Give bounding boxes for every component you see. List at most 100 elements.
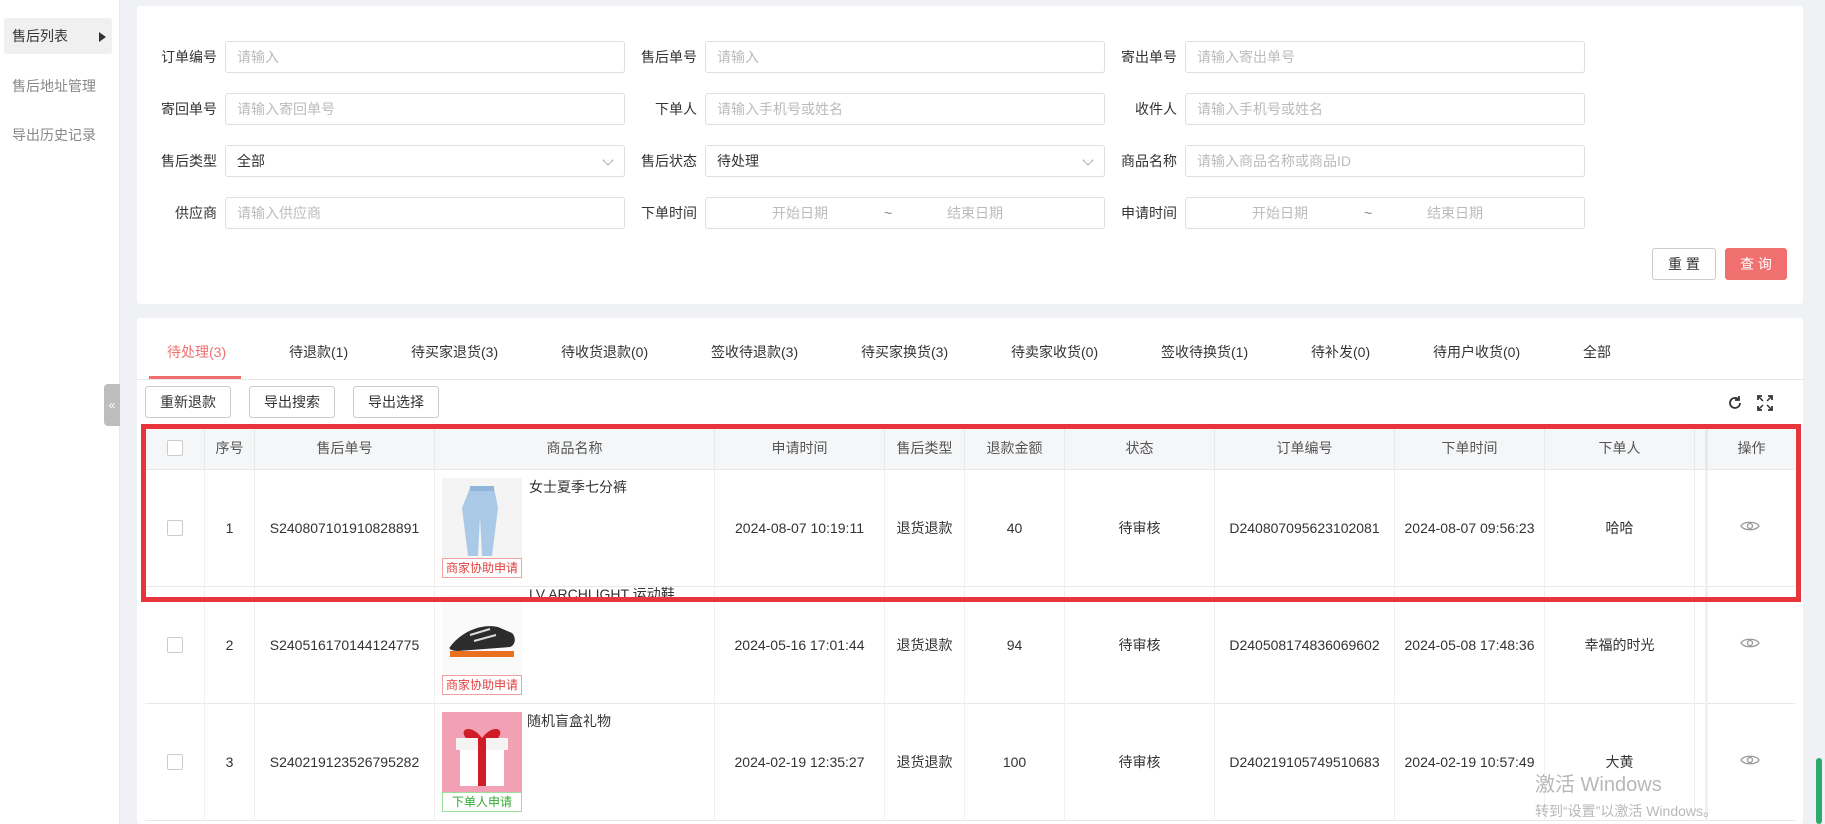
select-all-checkbox[interactable] — [167, 440, 183, 456]
row-apply-time: 2024-02-19 12:35:27 — [715, 704, 885, 821]
reset-button[interactable]: 重 置 — [1652, 248, 1716, 280]
sidebar-item-export-history[interactable]: 导出历史记录 — [4, 117, 112, 153]
row-aftersale-no: S240219123526795282 — [255, 704, 435, 821]
row-product: 随机盲盒礼物 下单人申请 — [435, 704, 715, 821]
view-eye-icon[interactable] — [1740, 753, 1760, 767]
apply-time-range[interactable]: 开始日期 ~ 结束日期 — [1185, 197, 1585, 229]
sidebar-item-address[interactable]: 售后地址管理 — [4, 68, 112, 104]
return-no-input[interactable]: 请输入寄回单号 — [225, 93, 625, 125]
select-value: 待处理 — [717, 153, 759, 169]
query-button[interactable]: 查 询 — [1725, 248, 1787, 280]
header-order-no: 订单编号 — [1215, 426, 1395, 470]
start-date[interactable]: 开始日期 — [772, 198, 828, 228]
sidebar-item-aftersale-list[interactable]: 售后列表 — [4, 18, 112, 54]
scrollbar-thumb[interactable] — [1816, 758, 1822, 824]
send-no-input[interactable]: 请输入寄出单号 — [1185, 41, 1585, 73]
view-eye-icon[interactable] — [1740, 519, 1760, 533]
row-checkbox[interactable] — [167, 520, 183, 536]
end-date[interactable]: 结束日期 — [947, 198, 1003, 228]
placeholder: 请输入寄回单号 — [237, 101, 335, 117]
tab-signed-exchange[interactable]: 签收待换货(1) — [1161, 342, 1248, 362]
aftersale-status-label: 售后状态 — [641, 153, 697, 169]
order-no-input[interactable]: 请输入 — [225, 41, 625, 73]
row-amount: 40 — [965, 470, 1065, 587]
row-type: 退货退款 — [885, 704, 965, 821]
tab-buyer-exchange[interactable]: 待买家换货(3) — [861, 342, 948, 362]
range-separator: ~ — [884, 205, 893, 221]
fullscreen-icon[interactable] — [1756, 394, 1774, 412]
aftersale-no-input[interactable]: 请输入 — [705, 41, 1105, 73]
order-time-range[interactable]: 开始日期 ~ 结束日期 — [705, 197, 1105, 229]
order-no-label: 订单编号 — [161, 49, 217, 65]
row-type: 退货退款 — [885, 470, 965, 587]
tab-signed-refund[interactable]: 签收待退款(3) — [711, 342, 798, 362]
tab-receive-refund[interactable]: 待收货退款(0) — [561, 342, 648, 362]
header-status: 状态 — [1065, 426, 1215, 470]
placeholder: 请输入 — [237, 49, 279, 65]
tab-seller-receive[interactable]: 待卖家收货(0) — [1011, 342, 1098, 362]
product-name[interactable]: 女士夏季七分裤 — [529, 478, 627, 496]
list-panel: 待处理(3) 待退款(1) 待买家退货(3) 待收货退款(0) 签收待退款(3)… — [137, 318, 1803, 824]
placeholder: 请输入寄出单号 — [1197, 49, 1295, 65]
tab-all[interactable]: 全部 — [1583, 342, 1611, 362]
tab-pending[interactable]: 待处理(3) — [167, 342, 226, 362]
receiver-input[interactable]: 请输入手机号或姓名 — [1185, 93, 1585, 125]
supplier-input[interactable]: 请输入供应商 — [225, 197, 625, 229]
row-index: 2 — [205, 587, 255, 704]
header-aftersale-no: 售后单号 — [255, 426, 435, 470]
export-search-button[interactable]: 导出搜索 — [249, 386, 335, 418]
apply-source-tag: 商家协助申请 — [442, 675, 522, 695]
table-header: 序号 售后单号 商品名称 申请时间 售后类型 退款金额 状态 订单编号 下单时间… — [145, 426, 1795, 470]
select-all-cell — [145, 426, 205, 470]
row-order-time: 2024-05-08 17:48:36 — [1395, 587, 1545, 704]
export-selected-button[interactable]: 导出选择 — [353, 386, 439, 418]
aftersale-no-label: 售后单号 — [641, 49, 697, 65]
aftersale-type-select[interactable]: 全部 — [225, 145, 625, 177]
row-product: 女士夏季七分裤 商家协助申请 — [435, 470, 715, 587]
placeholder: 请输入手机号或姓名 — [1197, 101, 1323, 117]
product-name[interactable]: 随机盲盒礼物 — [527, 712, 611, 730]
row-status: 待审核 — [1065, 587, 1215, 704]
select-value: 全部 — [237, 153, 265, 169]
return-no-label: 寄回单号 — [161, 101, 217, 117]
product-name[interactable]: LV ARCHLIGHT 运动鞋 — [529, 585, 675, 603]
header-type: 售后类型 — [885, 426, 965, 470]
row-actions — [1705, 587, 1795, 704]
aftersale-status-select[interactable]: 待处理 — [705, 145, 1105, 177]
row-amount: 100 — [965, 704, 1065, 821]
re-refund-button[interactable]: 重新退款 — [145, 386, 231, 418]
row-checkbox[interactable] — [167, 637, 183, 653]
caret-right-icon — [99, 32, 106, 42]
apply-source-tag: 商家协助申请 — [442, 558, 522, 578]
order-time-label: 下单时间 — [641, 205, 697, 221]
row-checkbox[interactable] — [167, 754, 183, 770]
placeholder: 请输入供应商 — [237, 205, 321, 221]
chevron-down-icon — [602, 154, 614, 166]
start-date[interactable]: 开始日期 — [1252, 198, 1308, 228]
end-date[interactable]: 结束日期 — [1427, 198, 1483, 228]
product-thumbnail[interactable] — [442, 595, 522, 675]
header-actions: 操作 — [1705, 426, 1795, 470]
tab-reissue[interactable]: 待补发(0) — [1311, 342, 1370, 362]
double-chevron-left-icon: « — [108, 398, 116, 412]
tab-buyer-return[interactable]: 待买家退货(3) — [411, 342, 498, 362]
row-index: 1 — [205, 470, 255, 587]
product-thumbnail[interactable] — [442, 712, 522, 792]
view-eye-icon[interactable] — [1740, 636, 1760, 650]
collapse-sidebar-button[interactable]: « — [104, 384, 120, 426]
row-order-no: D240508174836069602 — [1215, 587, 1395, 704]
product-name-label: 商品名称 — [1121, 153, 1177, 169]
buyer-input[interactable]: 请输入手机号或姓名 — [705, 93, 1105, 125]
tab-to-refund[interactable]: 待退款(1) — [289, 342, 348, 362]
product-name-input[interactable]: 请输入商品名称或商品ID — [1185, 145, 1585, 177]
sidebar: 售后列表 售后地址管理 导出历史记录 — [0, 0, 120, 824]
row-select-cell — [145, 704, 205, 821]
windows-activation-watermark: 激活 Windows 转到“设置”以激活 Windows。 — [1535, 768, 1717, 821]
tab-user-receive[interactable]: 待用户收货(0) — [1433, 342, 1520, 362]
supplier-label: 供应商 — [175, 205, 217, 221]
refresh-icon[interactable] — [1726, 394, 1744, 412]
row-order-no: D240219105749510683 — [1215, 704, 1395, 821]
placeholder: 请输入商品名称或商品ID — [1197, 153, 1351, 169]
receiver-label: 收件人 — [1135, 101, 1177, 117]
product-thumbnail[interactable] — [442, 478, 522, 558]
